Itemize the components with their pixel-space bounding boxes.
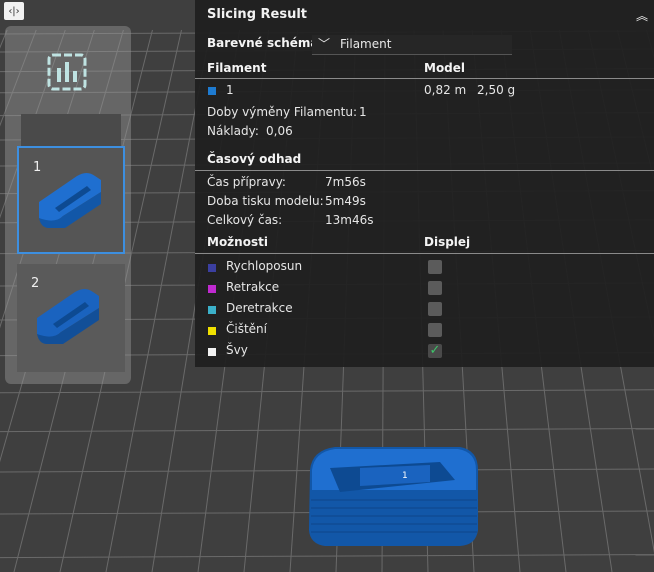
divider — [195, 253, 654, 254]
divider — [195, 78, 654, 79]
option-display-checkbox[interactable] — [428, 281, 442, 295]
divider — [195, 170, 654, 171]
plate-thumbnail-1[interactable]: 1 — [17, 146, 125, 254]
plate-thumbnail-2[interactable]: 2 — [17, 264, 125, 372]
display-header: Displej — [424, 235, 471, 249]
option-color-swatch — [208, 264, 216, 272]
option-display-checkbox[interactable] — [428, 323, 442, 337]
filament-id: 1 — [226, 83, 234, 97]
option-color-swatch — [208, 285, 216, 293]
cost-label: Náklady: — [207, 124, 259, 138]
chevron-down-icon: ﹀ — [318, 37, 331, 51]
main-model[interactable]: 1 — [309, 447, 478, 546]
option-display-checkbox[interactable] — [428, 302, 442, 316]
total-time-value: 13m46s — [325, 213, 374, 227]
color-scheme-label: Barevné schéma — [207, 36, 319, 50]
option-color-swatch — [208, 306, 216, 314]
plate-model-icon — [37, 289, 99, 344]
prep-time-value: 7m56s — [325, 175, 366, 189]
plate-list-panel: 1 2 — [5, 26, 131, 384]
color-scheme-select[interactable]: ﹀ Filament — [312, 35, 512, 55]
options-header: Možnosti — [207, 235, 268, 249]
option-label: Deretrakce — [226, 301, 293, 315]
panel-title: Slicing Result — [207, 7, 308, 22]
filament-changes-label: Doby výměny Filamentu: — [207, 105, 357, 119]
time-estimate-header: Časový odhad — [207, 152, 302, 166]
code-toggle-icon: ‹|› — [8, 5, 20, 17]
option-display-checkbox[interactable]: ✓ — [428, 344, 442, 358]
filament-changes-value: 1 — [359, 105, 367, 119]
slicing-result-panel: Slicing Result ︽ Barevné schéma ﹀ Filame… — [195, 0, 654, 367]
cost-value: 0,06 — [266, 124, 293, 138]
plate-model-icon — [39, 173, 101, 228]
filament-weight: 2,50 g — [477, 83, 516, 97]
model-header: Model — [424, 61, 466, 75]
print-time-value: 5m49s — [325, 194, 366, 208]
color-scheme-value: Filament — [340, 37, 392, 51]
total-time-label: Celkový čas: — [207, 213, 283, 227]
filament-header: Filament — [207, 61, 267, 75]
collapse-sidebar-button[interactable]: ‹|› — [4, 2, 24, 20]
filament-length: 0,82 m — [424, 83, 467, 97]
option-label: Čištění — [226, 322, 267, 336]
print-time-label: Doba tisku modelu: — [207, 194, 324, 208]
option-label: Švy — [226, 343, 248, 357]
plate-stats-tool[interactable] — [17, 52, 121, 162]
collapse-panel-icon[interactable]: ︽ — [636, 7, 648, 24]
model-label: 1 — [402, 471, 408, 481]
filament-color-swatch — [208, 87, 216, 95]
option-label: Retrakce — [226, 280, 280, 294]
option-label: Rychloposun — [226, 259, 303, 273]
option-color-swatch — [208, 348, 216, 356]
prep-time-label: Čas přípravy: — [207, 175, 286, 189]
option-color-swatch — [208, 327, 216, 335]
chart-icon — [47, 53, 87, 91]
option-display-checkbox[interactable] — [428, 260, 442, 274]
